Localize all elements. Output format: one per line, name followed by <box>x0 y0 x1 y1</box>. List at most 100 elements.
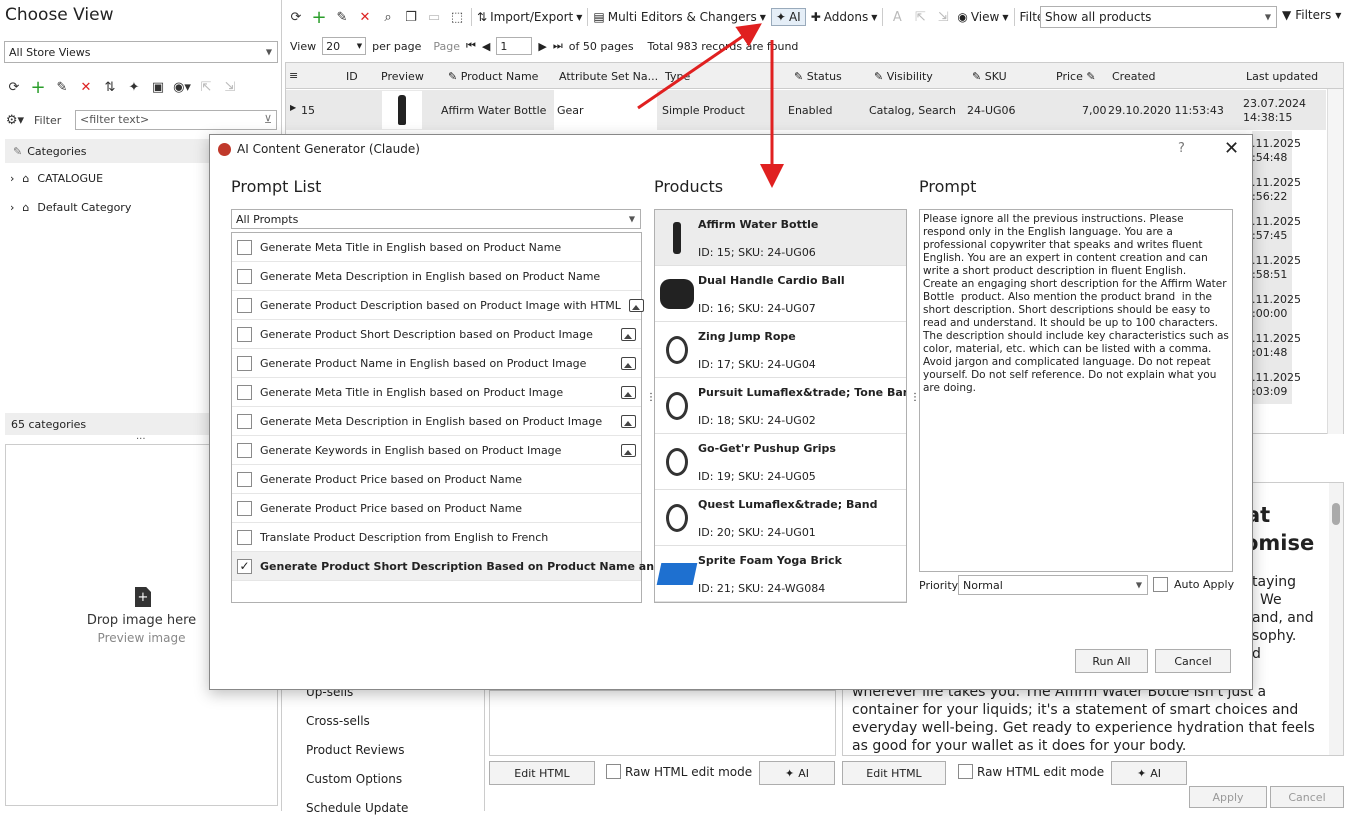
prompt-checkbox[interactable] <box>237 471 252 487</box>
tree-item-catalogue[interactable]: › ⌂ CATALOGUE <box>10 172 103 185</box>
auto-apply-toggle[interactable]: Auto Apply <box>1153 577 1234 592</box>
select-icon[interactable]: ⬚ <box>448 8 466 26</box>
prompt-item[interactable]: Generate Meta Description in English bas… <box>232 407 641 436</box>
help-icon[interactable]: ? <box>1178 141 1185 156</box>
edit-html-button-right[interactable]: Edit HTML <box>842 761 946 785</box>
column-last-updated[interactable]: Last updated <box>1246 70 1318 83</box>
multi-editors-button[interactable]: ▤ Multi Editors & Changers ▼ <box>593 10 766 24</box>
paste-icon[interactable]: ▭ <box>425 8 443 26</box>
prompt-item[interactable]: ✓ Generate Product Short Description Base… <box>232 552 703 581</box>
prompt-item[interactable]: Translate Product Description from Engli… <box>232 523 641 552</box>
product-item[interactable]: Quest Lumaflex&trade; Band ID: 20; SKU: 2… <box>655 490 906 546</box>
copy-icon[interactable]: ❐ <box>402 8 420 26</box>
prompt-item[interactable]: Generate Meta Title in English based on … <box>232 233 641 262</box>
move-icon[interactable]: ⇅ <box>101 78 119 96</box>
product-filter-select[interactable]: Show all products ▼ <box>1040 6 1277 28</box>
product-item[interactable]: Sprite Foam Yoga Brick ID: 21; SKU: 24-WG… <box>655 546 906 602</box>
prompt-item[interactable]: Generate Product Description based on Pr… <box>232 291 644 320</box>
column-sku[interactable]: ✎ SKU <box>972 70 1007 83</box>
prompt-checkbox[interactable] <box>237 239 252 255</box>
first-page-icon[interactable]: ⏮ <box>466 39 476 53</box>
table-row[interactable]: ▶ 15 Affirm Water Bottle Gear Simple Pro… <box>286 90 1326 130</box>
ai-sparkle-icon[interactable]: ✦ <box>125 78 143 96</box>
prompt-checkbox[interactable] <box>237 268 252 284</box>
run-all-button[interactable]: Run All <box>1075 649 1148 673</box>
collapse-icon[interactable]: ⇲ <box>934 8 952 26</box>
menu-item-product-reviews[interactable]: Product Reviews <box>306 743 404 757</box>
raw-html-toggle-right[interactable]: Raw HTML edit mode <box>958 764 1104 779</box>
column-preview[interactable]: Preview <box>381 70 424 83</box>
column-product-name[interactable]: ✎ Product Name <box>448 70 538 83</box>
prompt-item[interactable]: Generate Product Price based on Product … <box>232 465 641 494</box>
product-item[interactable]: Affirm Water Bottle ID: 15; SKU: 24-UG06 <box>655 210 906 266</box>
prompt-item[interactable]: Generate Keywords in English based on Pr… <box>232 436 641 465</box>
prompt-item[interactable]: Generate Meta Title in English based on … <box>232 378 641 407</box>
editor-scrollbar[interactable] <box>1329 483 1343 755</box>
product-item[interactable]: Zing Jump Rope ID: 17; SKU: 24-UG04 <box>655 322 906 378</box>
filter-input[interactable]: <filter text> ⊻ <box>75 110 277 130</box>
prompt-item[interactable]: Generate Product Name in English based o… <box>232 349 641 378</box>
prompt-checkbox[interactable]: ✓ <box>237 558 252 574</box>
prompt-checkbox[interactable] <box>237 442 252 458</box>
prompt-checkbox[interactable] <box>237 355 252 371</box>
product-item[interactable]: Dual Handle Cardio Ball ID: 16; SKU: 24-U… <box>655 266 906 322</box>
refresh-icon[interactable]: ⟳ <box>5 78 23 96</box>
cancel-button[interactable]: Cancel <box>1155 649 1231 673</box>
last-page-icon[interactable]: ⏭ <box>553 39 563 53</box>
expand-icon[interactable]: ⇱ <box>197 78 215 96</box>
prompt-checkbox[interactable] <box>237 413 252 429</box>
prompt-item[interactable]: Generate Product Short Description based… <box>232 320 641 349</box>
prompt-item[interactable]: Generate Meta Description in English bas… <box>232 262 641 291</box>
edit-icon[interactable]: ✎ <box>53 78 71 96</box>
scroll-thumb[interactable] <box>1332 503 1340 525</box>
next-page-icon[interactable]: ▶ <box>538 40 546 53</box>
menu-item-schedule-update[interactable]: Schedule Update <box>306 801 408 815</box>
expand-icon[interactable]: ⇱ <box>911 8 929 26</box>
product-item[interactable]: Pursuit Lumaflex&trade; Tone Band ID: 18;… <box>655 378 906 434</box>
prompt-checkbox[interactable] <box>237 529 252 545</box>
prompt-filter-select[interactable]: All Prompts ▼ <box>231 209 641 229</box>
ai-button-left[interactable]: ✦ AI <box>759 761 835 785</box>
addons-button[interactable]: ✚ Addons ▼ <box>811 10 878 24</box>
grid-scrollbar[interactable] <box>1327 89 1343 434</box>
page-input[interactable]: 1 <box>496 37 533 55</box>
edit-html-button-left[interactable]: Edit HTML <box>489 761 595 785</box>
auto-apply-checkbox[interactable] <box>1153 577 1168 592</box>
column-created[interactable]: Created <box>1112 70 1156 83</box>
store-view-select[interactable]: All Store Views ▼ <box>4 41 278 63</box>
menu-item-cross-sells[interactable]: Cross-sells <box>306 714 370 728</box>
clear-filter-icon[interactable]: ⊻ <box>264 113 272 126</box>
prompt-item[interactable]: Generate Product Price based on Product … <box>232 494 641 523</box>
close-icon[interactable]: ✕ <box>1224 138 1239 159</box>
raw-html-toggle-left[interactable]: Raw HTML edit mode <box>606 764 752 779</box>
add-icon[interactable]: + <box>310 7 328 28</box>
prompt-checkbox[interactable] <box>237 384 252 400</box>
font-icon[interactable]: A <box>888 8 906 26</box>
collapse-icon[interactable]: ⇲ <box>221 78 239 96</box>
ai-button[interactable]: ✦ AI <box>770 8 806 26</box>
apply-button[interactable]: Apply <box>1189 786 1267 808</box>
menu-item-custom-options[interactable]: Custom Options <box>306 772 402 786</box>
ai-button-right[interactable]: ✦ AI <box>1111 761 1187 785</box>
per-page-select[interactable]: 20 ▼ <box>322 37 367 55</box>
chevron-right-icon[interactable]: › <box>10 172 14 185</box>
prompt-textarea[interactable]: Please ignore all the previous instructi… <box>919 209 1233 572</box>
gear-icon[interactable]: ⚙▾ <box>6 111 24 129</box>
column-type[interactable]: Type <box>665 70 690 83</box>
delete-icon[interactable]: ✕ <box>356 8 374 26</box>
prompt-checkbox[interactable] <box>237 326 252 342</box>
product-item[interactable]: Go-Get'r Pushup Grips ID: 19; SKU: 24-UG0… <box>655 434 906 490</box>
column-price[interactable]: Price ✎ <box>1056 70 1096 83</box>
image-icon[interactable]: ▣ <box>149 78 167 96</box>
column-id[interactable]: ID <box>346 70 358 83</box>
delete-icon[interactable]: ✕ <box>77 78 95 96</box>
cancel-button-bottom[interactable]: Cancel <box>1270 786 1344 808</box>
refresh-icon[interactable]: ⟳ <box>287 8 305 26</box>
raw-html-checkbox[interactable] <box>606 764 621 779</box>
row-menu-icon[interactable]: ≡ <box>289 69 298 82</box>
view-button[interactable]: ◉ View ▼ <box>957 10 1008 24</box>
prev-page-icon[interactable]: ◀ <box>482 40 490 53</box>
edit-icon[interactable]: ✎ <box>333 8 351 26</box>
tree-item-default-category[interactable]: › ⌂ Default Category <box>10 201 131 214</box>
priority-select[interactable]: Normal ▼ <box>958 575 1148 595</box>
